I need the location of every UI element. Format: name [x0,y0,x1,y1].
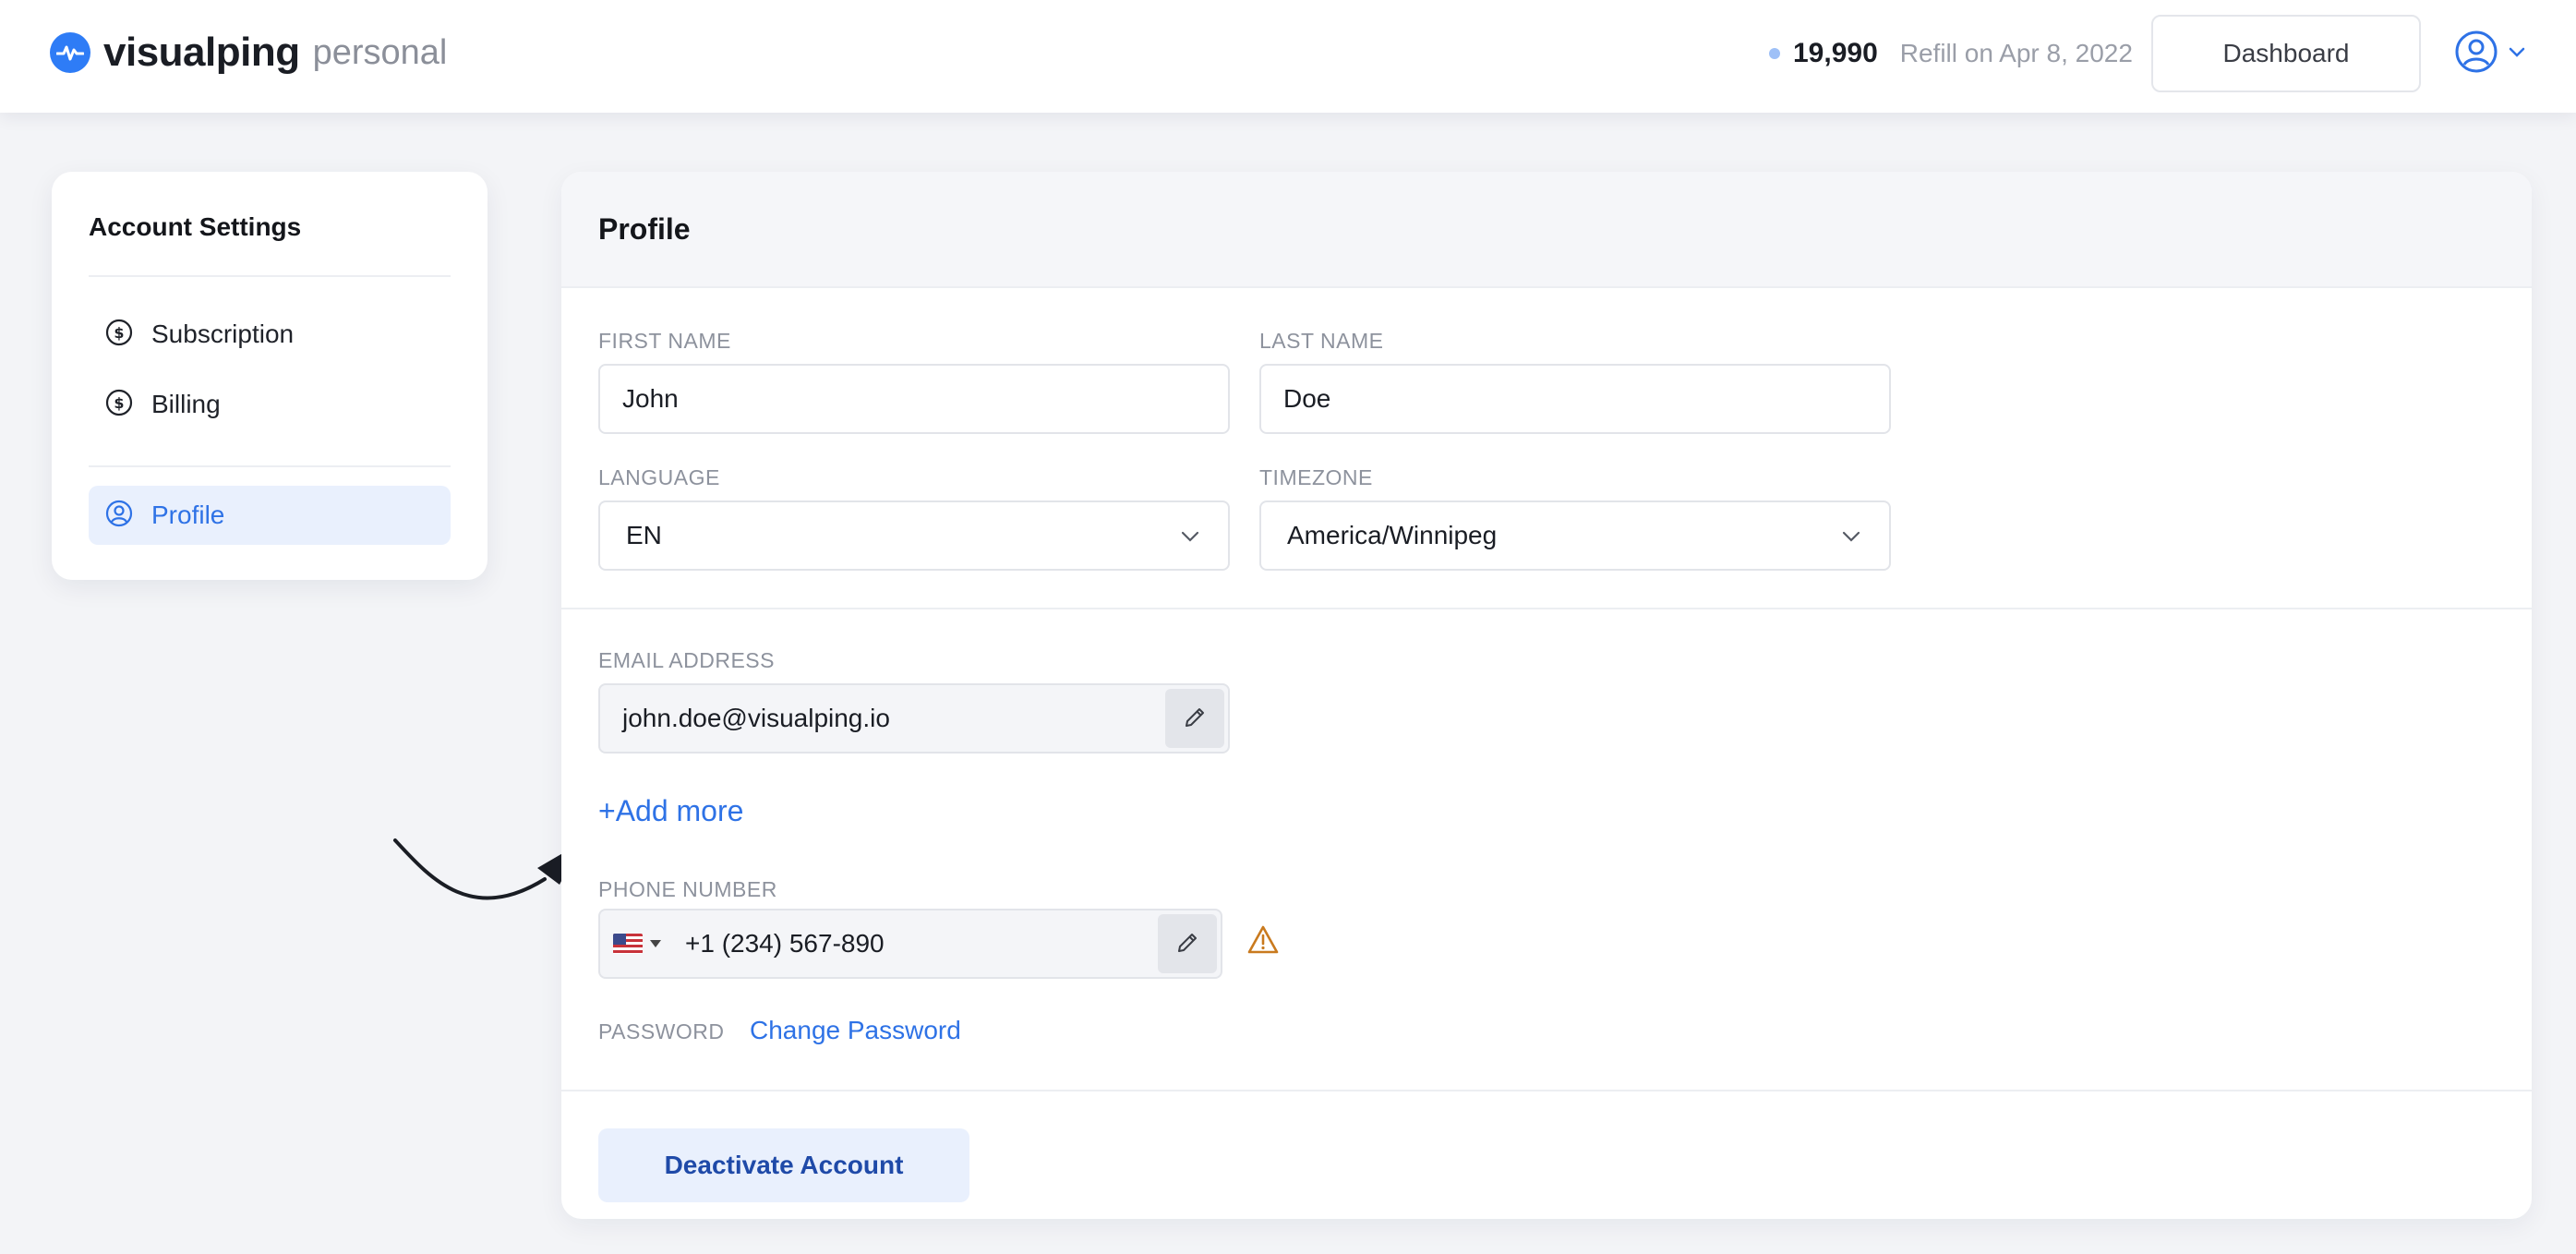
brand-name: visualping [103,30,300,75]
edit-phone-button[interactable] [1158,914,1217,973]
profile-header: Profile [561,172,2532,288]
timezone-label: TIMEZONE [1259,465,1373,489]
language-label: LANGUAGE [598,465,720,489]
svg-text:$: $ [114,324,124,342]
sidebar-item-billing[interactable]: $ Billing [89,375,451,434]
section-divider [561,1090,2532,1091]
language-select[interactable]: EN [598,500,1230,571]
brand-logo[interactable]: visualping personal [50,28,447,78]
add-more-email-link[interactable]: +Add more [598,794,743,828]
caret-down-icon [650,940,661,947]
chevron-down-icon [1180,526,1200,551]
last-name-label: LAST NAME [1259,329,1384,353]
password-label: PASSWORD [598,1019,725,1043]
profile-card: Profile FIRST NAME LAST NAME LANGUAGE EN… [561,172,2532,1219]
sidebar-item-subscription[interactable]: $ Subscription [89,305,451,364]
change-password-link[interactable]: Change Password [750,1016,961,1045]
credits-indicator: 19,990 Refill on Apr 8, 2022 [1769,33,2133,74]
sidebar-item-label: Subscription [151,320,295,348]
credits-count: 19,990 [1793,38,1878,68]
timezone-value: America/Winnipeg [1287,521,1498,549]
email-label: EMAIL ADDRESS [598,648,775,672]
sidebar-title: Account Settings [89,212,302,241]
sidebar-item-label: Billing [151,390,221,418]
pencil-icon [1175,931,1199,958]
email-field: john.doe@visualping.io [598,683,1230,754]
svg-text:$: $ [114,394,124,412]
pencil-icon [1183,705,1207,732]
us-flag-icon [613,934,643,954]
user-menu[interactable] [2454,30,2526,78]
brand-plan: personal [312,32,448,72]
annotation-arrow-icon [393,838,582,900]
chevron-down-icon [2508,45,2526,63]
phone-value: +1 (234) 567-890 [685,929,885,958]
phone-field: +1 (234) 567-890 [598,909,1222,979]
first-name-input[interactable] [598,364,1230,434]
section-divider [561,608,2532,609]
dashboard-button[interactable]: Dashboard [2151,15,2421,92]
edit-email-button[interactable] [1165,689,1224,748]
credits-dot-icon [1769,48,1780,59]
sidebar-divider [89,465,451,467]
dollar-circle-icon: $ [105,389,133,421]
refill-date: Refill on Apr 8, 2022 [1899,39,2133,67]
language-value: EN [626,521,662,549]
country-select[interactable] [613,934,661,954]
page-title: Profile [598,212,691,246]
warning-icon[interactable] [1246,923,1280,961]
first-name-label: FIRST NAME [598,329,731,353]
phone-label: PHONE NUMBER [598,877,777,901]
email-value: john.doe@visualping.io [622,704,890,732]
pulse-icon [50,32,90,73]
top-bar: visualping personal 19,990 Refill on Apr… [0,0,2576,113]
deactivate-account-button[interactable]: Deactivate Account [598,1128,969,1202]
dollar-circle-icon: $ [105,319,133,351]
user-circle-icon [105,500,133,532]
account-settings-sidebar: Account Settings $ Subscription $ Billin… [52,172,488,580]
sidebar-item-profile[interactable]: Profile [89,486,451,545]
sidebar-item-label: Profile [151,500,225,529]
chevron-down-icon [1841,526,1861,551]
sidebar-divider [89,275,451,277]
last-name-input[interactable] [1259,364,1891,434]
timezone-select[interactable]: America/Winnipeg [1259,500,1891,571]
user-circle-icon [2454,30,2498,78]
